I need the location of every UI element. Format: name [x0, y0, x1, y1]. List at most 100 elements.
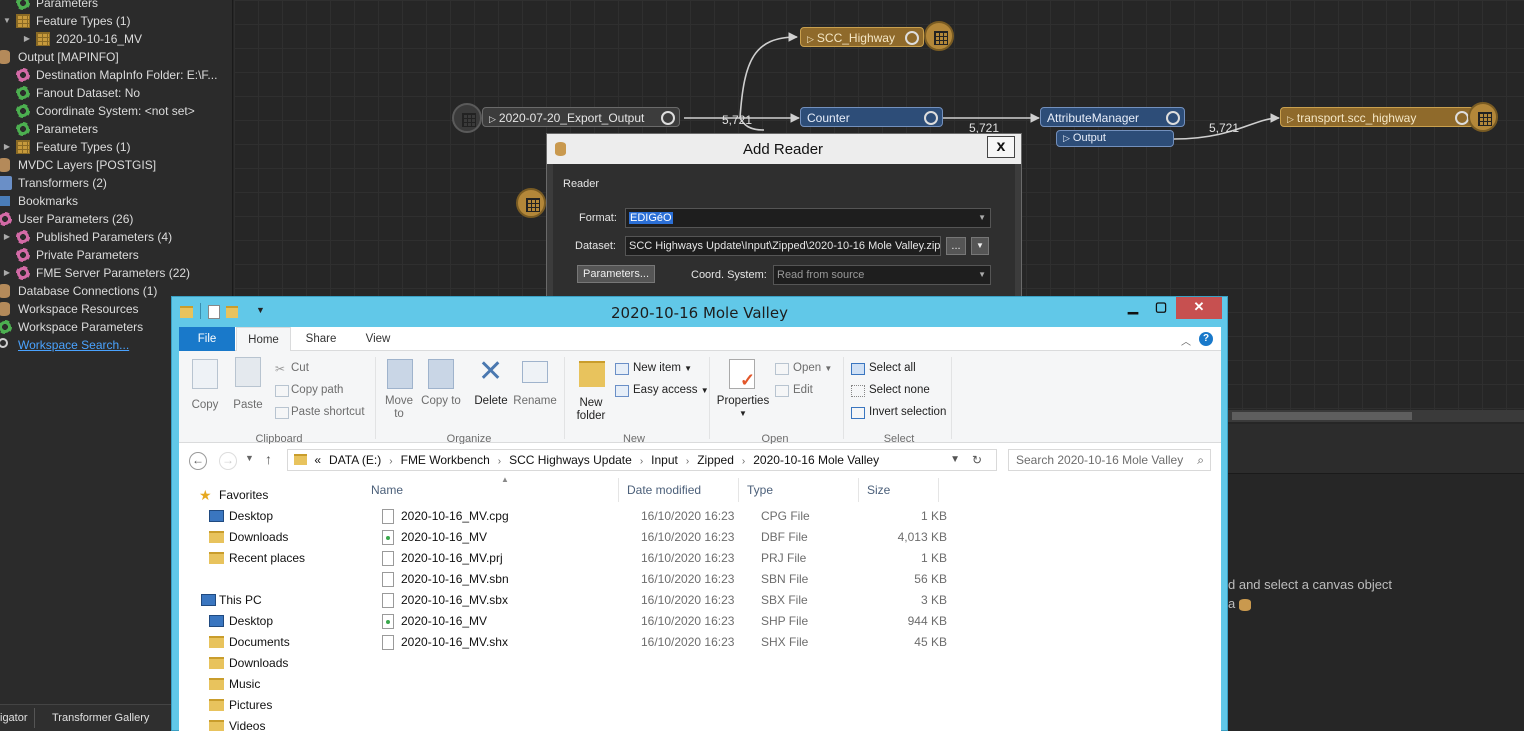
transformer-node-attributemanager[interactable]: AttributeManager [1040, 107, 1185, 127]
browse-button[interactable]: ... [946, 237, 966, 255]
back-button[interactable]: ← [189, 452, 207, 470]
column-header-name[interactable]: Name [363, 478, 619, 502]
rename-button[interactable]: Rename [513, 395, 557, 407]
maximize-button[interactable]: ▢ [1148, 297, 1174, 319]
cut-button[interactable]: Cut [291, 362, 309, 374]
format-select[interactable]: EDIGéO ▼ [625, 208, 991, 228]
tree-pc-videos[interactable]: Videos [209, 716, 265, 731]
forward-button[interactable]: → [219, 452, 237, 470]
gear-icon[interactable] [924, 111, 938, 125]
paste-shortcut-button[interactable]: Paste shortcut [291, 406, 365, 418]
parameters-button[interactable]: Parameters... [577, 265, 655, 283]
expand-arrow-icon[interactable]: ▶ [2, 264, 12, 282]
breadcrumb-item[interactable]: DATA (E:) [329, 453, 381, 467]
expand-arrow-icon[interactable]: ▶ [2, 138, 12, 156]
writer-node-scc-highway[interactable]: ▷ SCC_Highway [800, 27, 924, 47]
breadcrumb-item[interactable]: SCC Highways Update [509, 453, 632, 467]
breadcrumb-item[interactable]: 2020-10-16 Mole Valley [753, 453, 879, 467]
chevron-up-icon[interactable]: ︿ [1181, 333, 1191, 348]
file-row[interactable]: 2020-10-16_MV 16/10/2020 16:23 SHP File 944… [363, 611, 1123, 632]
column-header-type[interactable]: Type [739, 478, 859, 502]
move-to-button[interactable]: Move to [379, 395, 419, 421]
close-button[interactable]: x [987, 136, 1015, 158]
dataset-dropdown-button[interactable]: ▼ [971, 237, 989, 255]
easy-access-button[interactable]: Easy access ▼ [633, 384, 709, 396]
copy-button[interactable]: Copy [187, 399, 223, 411]
coord-system-select[interactable]: Read from source ▼ [773, 265, 991, 285]
search-input[interactable]: Search 2020-10-16 Mole Valley ⌕ [1008, 449, 1211, 471]
close-button[interactable]: ✕ [1176, 297, 1222, 319]
expand-arrow-icon[interactable]: ▶ [22, 30, 32, 48]
tab-transformer-gallery[interactable]: Transformer Gallery [46, 708, 155, 728]
breadcrumb-separator-icon[interactable]: › [640, 456, 643, 467]
delete-button[interactable]: Delete [469, 395, 513, 407]
breadcrumb-item[interactable]: FME Workbench [401, 453, 490, 467]
breadcrumb-separator-icon[interactable]: › [686, 456, 689, 467]
recent-locations-button[interactable]: ▼ [245, 453, 254, 463]
tree-pc-desktop[interactable]: Desktop [209, 611, 273, 631]
refresh-icon[interactable]: ↻ [972, 450, 982, 470]
open-button[interactable]: Open ▼ [793, 362, 832, 374]
column-header-size[interactable]: Size [859, 478, 939, 502]
gear-icon[interactable] [1166, 111, 1180, 125]
edit-button[interactable]: Edit [793, 384, 813, 396]
new-item-button[interactable]: New item ▼ [633, 362, 692, 374]
chevron-down-icon[interactable]: ▼ [256, 305, 265, 315]
canvas-scrollbar[interactable] [1228, 410, 1524, 422]
copy-path-button[interactable]: Copy path [291, 384, 343, 396]
new-folder-button[interactable]: New folder [569, 397, 613, 423]
file-row[interactable]: 2020-10-16_MV.shx 16/10/2020 16:23 SHX Fil… [363, 632, 1123, 653]
transformer-node-counter[interactable]: Counter [800, 107, 943, 127]
tree-fav-recent-places[interactable]: Recent places [209, 548, 305, 568]
help-icon[interactable]: ? [1199, 332, 1213, 346]
tree-pc-documents[interactable]: Documents [209, 632, 290, 652]
gear-icon[interactable] [1455, 111, 1469, 125]
chevron-down-icon[interactable]: ▼ [950, 450, 960, 470]
breadcrumb-separator-icon[interactable]: › [389, 456, 392, 467]
file-row[interactable]: 2020-10-16_MV 16/10/2020 16:23 DBF File 4,0… [363, 527, 1123, 548]
tab-share[interactable]: Share [296, 327, 346, 351]
breadcrumb-overflow[interactable]: « [314, 453, 321, 467]
properties-icon[interactable] [208, 305, 220, 319]
tree-favorites[interactable]: ★ Favorites [199, 485, 268, 505]
select-none-button[interactable]: Select none [869, 384, 930, 396]
properties-button[interactable]: Properties ▼ [715, 395, 771, 419]
breadcrumb-item[interactable]: Zipped [697, 453, 734, 467]
breadcrumb-separator-icon[interactable]: › [742, 456, 745, 467]
column-header-date[interactable]: Date modified [619, 478, 739, 502]
tree-pc-downloads[interactable]: Downloads [209, 653, 288, 673]
copy-to-button[interactable]: Copy to [421, 395, 461, 408]
paste-button[interactable]: Paste [229, 399, 267, 411]
select-all-icon [851, 363, 865, 375]
tab-navigator[interactable]: igator [0, 708, 35, 728]
breadcrumb-item[interactable]: Input [651, 453, 678, 467]
expand-arrow-icon[interactable]: ▶ [2, 228, 12, 246]
tree-fav-downloads[interactable]: Downloads [209, 527, 288, 547]
tab-view[interactable]: View [353, 327, 403, 351]
writer-node-transport-scc-highway[interactable]: ▷ transport.scc_highway [1280, 107, 1474, 127]
tree-this-pc[interactable]: This PC [199, 590, 262, 610]
tree-fav-desktop[interactable]: Desktop [209, 506, 273, 526]
reader-node-export-output[interactable]: ▷ 2020-07-20_Export_Output [482, 107, 680, 127]
up-button[interactable]: ↑ [265, 451, 272, 467]
file-row[interactable]: 2020-10-16_MV.cpg 16/10/2020 16:23 CPG Fil… [363, 506, 1123, 527]
dataset-field[interactable]: SCC Highways Update\Input\Zipped\2020-10… [625, 236, 941, 256]
output-port[interactable]: ▷ Output [1056, 130, 1174, 147]
separator [200, 303, 201, 319]
file-row[interactable]: 2020-10-16_MV.sbx 16/10/2020 16:23 SBX Fil… [363, 590, 1123, 611]
address-bar[interactable]: « DATA (E:) › FME Workbench › SCC Highways Up… [287, 449, 997, 471]
tab-file[interactable]: File [179, 327, 235, 351]
tree-pc-music[interactable]: Music [209, 674, 260, 694]
invert-selection-button[interactable]: Invert selection [869, 406, 946, 418]
collapse-arrow-icon[interactable]: ▼ [2, 12, 12, 30]
tab-home[interactable]: Home [236, 327, 291, 352]
file-row[interactable]: 2020-10-16_MV.sbn 16/10/2020 16:23 SBN Fil… [363, 569, 1123, 590]
gear-icon[interactable] [661, 111, 675, 125]
tree-pc-pictures[interactable]: Pictures [209, 695, 272, 715]
file-row[interactable]: 2020-10-16_MV.prj 16/10/2020 16:23 PRJ Fil… [363, 548, 1123, 569]
gear-icon[interactable] [905, 31, 919, 45]
new-folder-icon[interactable] [226, 306, 238, 318]
minimize-button[interactable]: ▁ [1120, 297, 1146, 319]
select-all-button[interactable]: Select all [869, 362, 916, 374]
breadcrumb-separator-icon[interactable]: › [498, 456, 501, 467]
